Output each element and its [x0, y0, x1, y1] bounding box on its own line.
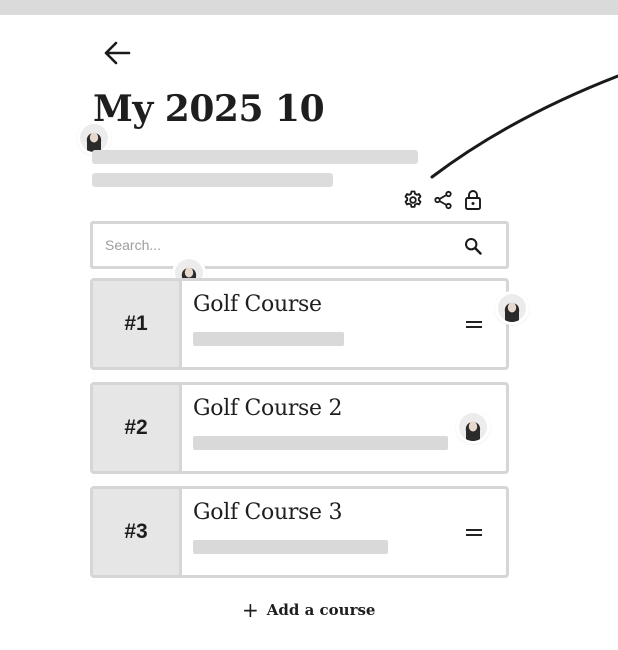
add-course-label: Add a course: [266, 601, 376, 619]
collaborator-avatar[interactable]: [459, 413, 487, 441]
drag-handle-icon[interactable]: [466, 528, 482, 538]
lock-button[interactable]: [462, 188, 484, 212]
course-name: Golf Course 2: [193, 396, 343, 421]
course-item[interactable]: #3 Golf Course 3: [90, 486, 509, 578]
collaborator-avatar[interactable]: [80, 124, 108, 152]
course-detail-placeholder: [193, 332, 344, 346]
back-button[interactable]: [100, 36, 134, 70]
drag-handle-icon[interactable]: [466, 320, 482, 330]
list-toolbar: [402, 188, 484, 212]
course-item[interactable]: #2 Golf Course 2: [90, 382, 509, 474]
page-title: My 2025 10: [93, 88, 325, 130]
lock-icon: [465, 190, 481, 210]
search-box: [90, 221, 509, 269]
course-rank: #3: [93, 489, 182, 575]
course-rank: #2: [93, 385, 182, 471]
plus-icon: +: [242, 598, 259, 622]
course-detail-placeholder: [193, 540, 388, 554]
search-input[interactable]: [105, 233, 445, 257]
course-detail-placeholder: [193, 436, 448, 450]
description-placeholder-line: [92, 173, 333, 187]
collaborator-avatar[interactable]: [498, 294, 526, 322]
search-icon: [465, 238, 482, 255]
share-icon: [434, 190, 452, 210]
share-button[interactable]: [432, 188, 454, 212]
search-button[interactable]: [462, 235, 484, 257]
course-item[interactable]: #1 Golf Course: [90, 278, 509, 370]
course-name: Golf Course 3: [193, 500, 343, 525]
description-placeholder-line: [92, 150, 418, 164]
top-bar: [0, 0, 618, 15]
gear-icon: [404, 190, 422, 208]
add-course-button[interactable]: + Add a course: [242, 600, 375, 620]
arrow-left-icon: [104, 41, 131, 65]
settings-button[interactable]: [402, 188, 424, 212]
course-name: Golf Course: [193, 292, 322, 317]
course-rank: #1: [93, 281, 182, 367]
